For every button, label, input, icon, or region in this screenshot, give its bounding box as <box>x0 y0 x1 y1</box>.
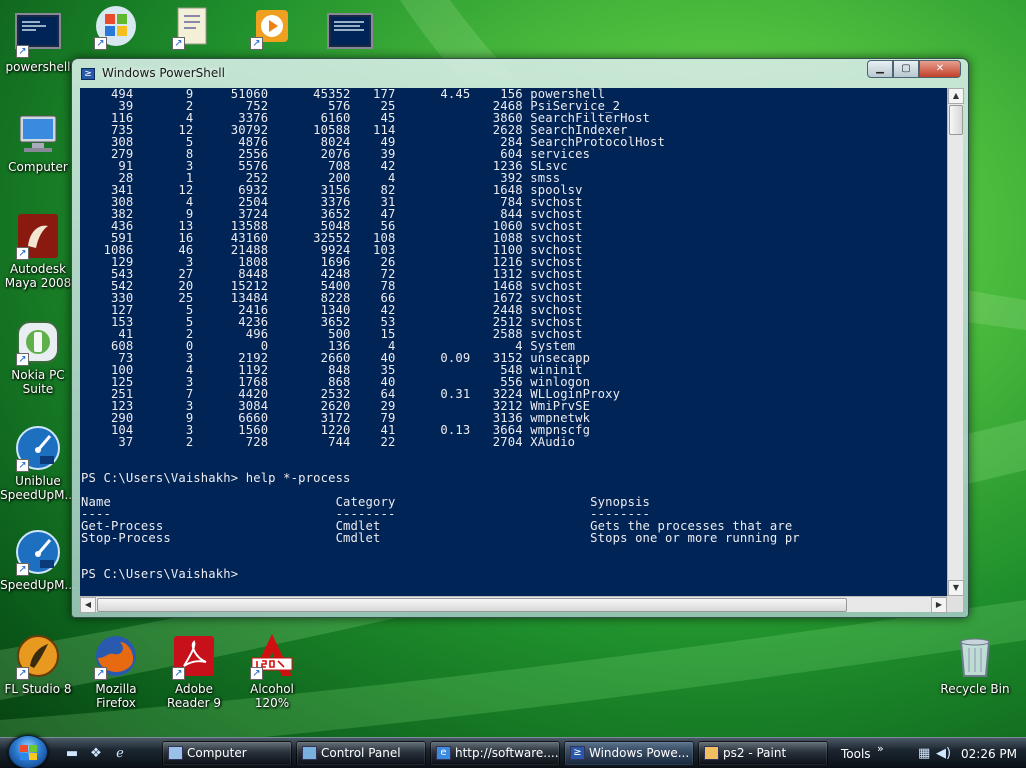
size-grip[interactable] <box>947 596 963 612</box>
shortcut-arrow-icon: ↗ <box>250 667 263 680</box>
taskbar-item-label: Computer <box>187 746 247 760</box>
speedometer-icon: ↗ <box>14 424 62 472</box>
maya-icon: ↗ <box>14 212 62 260</box>
taskbar-item-paint[interactable]: ps2 - Paint <box>698 741 828 766</box>
media-player-icon: ↗ <box>248 2 296 50</box>
desktop-icon-label: Uniblue SpeedUpM... <box>0 474 76 502</box>
desktop-icon-recycle-bin[interactable]: Recycle Bin <box>937 632 1013 696</box>
console-output: 494 9 51060 45352 177 4.45 156 powershel… <box>81 88 800 581</box>
show-desktop-icon[interactable]: ▬ <box>64 746 80 762</box>
powershell-icon: ≥ <box>81 68 95 80</box>
desktop-icon-label: Autodesk Maya 2008 <box>4 262 72 290</box>
folder-icon: ↗ <box>170 2 218 50</box>
close-button[interactable]: ✕ <box>919 60 961 78</box>
volume-icon[interactable]: ◀) <box>936 746 951 761</box>
desktop-icon-label: SpeedUpM... <box>0 578 76 592</box>
shortcut-arrow-icon: ↗ <box>16 459 29 472</box>
image-file-icon <box>326 10 374 58</box>
desktop-icon-folder[interactable]: ↗ <box>156 2 232 52</box>
nokia-icon: ↗ <box>14 318 62 366</box>
desktop-icon-label: Alcohol 120% <box>250 682 294 710</box>
vertical-scrollbar[interactable]: ▲ ▼ <box>947 88 964 596</box>
desktop-icon-uniblue-speedup[interactable]: ↗ Uniblue SpeedUpM... <box>0 424 76 502</box>
clock[interactable]: 02:26 PM <box>961 747 1017 761</box>
computer-icon <box>14 110 62 158</box>
computer-icon <box>168 746 183 760</box>
desktop-icon-label: Nokia PC Suite <box>11 368 65 396</box>
speedometer-icon: ↗ <box>14 528 62 576</box>
desktop-icon-label: Computer <box>8 160 68 174</box>
alcohol-icon: ↗ <box>248 632 296 680</box>
desktop-icon-firefox[interactable]: ↗ Mozilla Firefox <box>78 632 154 710</box>
desktop-icon-windows-media[interactable]: ↗ <box>78 2 154 52</box>
scroll-down-icon[interactable]: ▼ <box>948 580 964 596</box>
paint-icon <box>704 746 719 760</box>
shortcut-arrow-icon: ↗ <box>16 563 29 576</box>
desktop-icon-maya[interactable]: ↗ Autodesk Maya 2008 <box>0 212 76 290</box>
taskbar-item-label: http://software.... <box>455 746 559 760</box>
vertical-scroll-thumb[interactable] <box>949 105 963 135</box>
firefox-icon: ↗ <box>92 632 140 680</box>
desktop-icon-computer[interactable]: Computer <box>0 110 76 174</box>
shortcut-arrow-icon: ↗ <box>94 37 107 50</box>
shortcut-arrow-icon: ↗ <box>16 353 29 366</box>
taskbar-item-label: ps2 - Paint <box>723 746 787 760</box>
horizontal-scroll-thumb[interactable] <box>97 598 847 612</box>
desktop-icon-screenshot[interactable] <box>312 10 388 60</box>
windows-logo-icon: ↗ <box>92 2 140 50</box>
shortcut-arrow-icon: ↗ <box>16 667 29 680</box>
desktop-icon-fl-studio[interactable]: ↗ FL Studio 8 <box>0 632 76 696</box>
shortcut-arrow-icon: ↗ <box>16 247 29 260</box>
maximize-button[interactable]: ▢ <box>893 60 919 78</box>
powershell-icon: ≥ <box>570 746 585 760</box>
powershell-window[interactable]: ≥ Windows PowerShell ▁ ▢ ✕ 494 9 51060 4… <box>71 58 969 618</box>
desktop-icon-nokia[interactable]: ↗ Nokia PC Suite <box>0 318 76 396</box>
shortcut-arrow-icon: ↗ <box>16 45 29 58</box>
taskbar-item-computer[interactable]: Computer <box>162 741 292 766</box>
ie-icon: e <box>436 746 451 760</box>
taskbar-item-label: Control Panel <box>321 746 401 760</box>
taskbar-item-label: Windows Powe... <box>589 746 690 760</box>
taskbar-item-powershell[interactable]: ≥ Windows Powe... <box>564 741 694 766</box>
desktop-icon-label: Adobe Reader 9 <box>167 682 221 710</box>
shortcut-arrow-icon: ↗ <box>250 37 263 50</box>
desktop-icon-label: powershell <box>5 60 71 74</box>
scroll-up-icon[interactable]: ▲ <box>948 88 964 104</box>
taskbar: ▬ ❖ ℯ Computer Control Panel e http://so… <box>0 735 1026 768</box>
recycle-bin-icon <box>951 632 999 680</box>
taskbar-item-control-panel[interactable]: Control Panel <box>296 741 426 766</box>
shortcut-arrow-icon: ↗ <box>172 37 185 50</box>
desktop-icon-alcohol[interactable]: ↗ Alcohol 120% <box>234 632 310 710</box>
desktop-icon-adobe-reader[interactable]: ↗ Adobe Reader 9 <box>156 632 232 710</box>
desktop-icon-label: FL Studio 8 <box>4 682 72 696</box>
fl-studio-icon: ↗ <box>14 632 62 680</box>
shortcut-arrow-icon: ↗ <box>172 667 185 680</box>
tools-toolbar-label[interactable]: Tools <box>841 747 871 761</box>
control-panel-icon <box>302 746 317 760</box>
window-titlebar[interactable]: ≥ Windows PowerShell ▁ ▢ ✕ <box>72 59 968 87</box>
desktop-icon-label: Mozilla Firefox <box>95 682 137 710</box>
minimize-button[interactable]: ▁ <box>867 60 893 78</box>
network-icon[interactable]: ▦ <box>918 746 930 761</box>
desktop-icon-media-player[interactable]: ↗ <box>234 2 310 52</box>
windows-logo-icon <box>20 745 37 760</box>
scroll-right-icon[interactable]: ▶ <box>931 597 947 613</box>
taskbar-item-browser[interactable]: e http://software.... <box>430 741 560 766</box>
window-title: Windows PowerShell <box>102 66 225 80</box>
scroll-left-icon[interactable]: ◀ <box>80 597 96 613</box>
switch-windows-icon[interactable]: ❖ <box>88 746 104 762</box>
ie-icon[interactable]: ℯ <box>112 746 128 762</box>
toolbar-chevron-icon[interactable]: » <box>877 742 884 755</box>
powershell-icon: ↗ <box>14 10 62 58</box>
desktop-icon-powershell[interactable]: ↗ powershell <box>0 10 76 74</box>
start-button[interactable] <box>8 735 48 768</box>
window-controls: ▁ ▢ ✕ <box>867 60 961 78</box>
horizontal-scrollbar[interactable]: ◀ ▶ <box>80 596 947 613</box>
shortcut-arrow-icon: ↗ <box>94 667 107 680</box>
desktop-icon-label: Recycle Bin <box>940 682 1010 696</box>
console-area[interactable]: 494 9 51060 45352 177 4.45 156 powershel… <box>80 88 947 596</box>
desktop-icon-speedup[interactable]: ↗ SpeedUpM... <box>0 528 76 592</box>
adobe-reader-icon: ↗ <box>170 632 218 680</box>
